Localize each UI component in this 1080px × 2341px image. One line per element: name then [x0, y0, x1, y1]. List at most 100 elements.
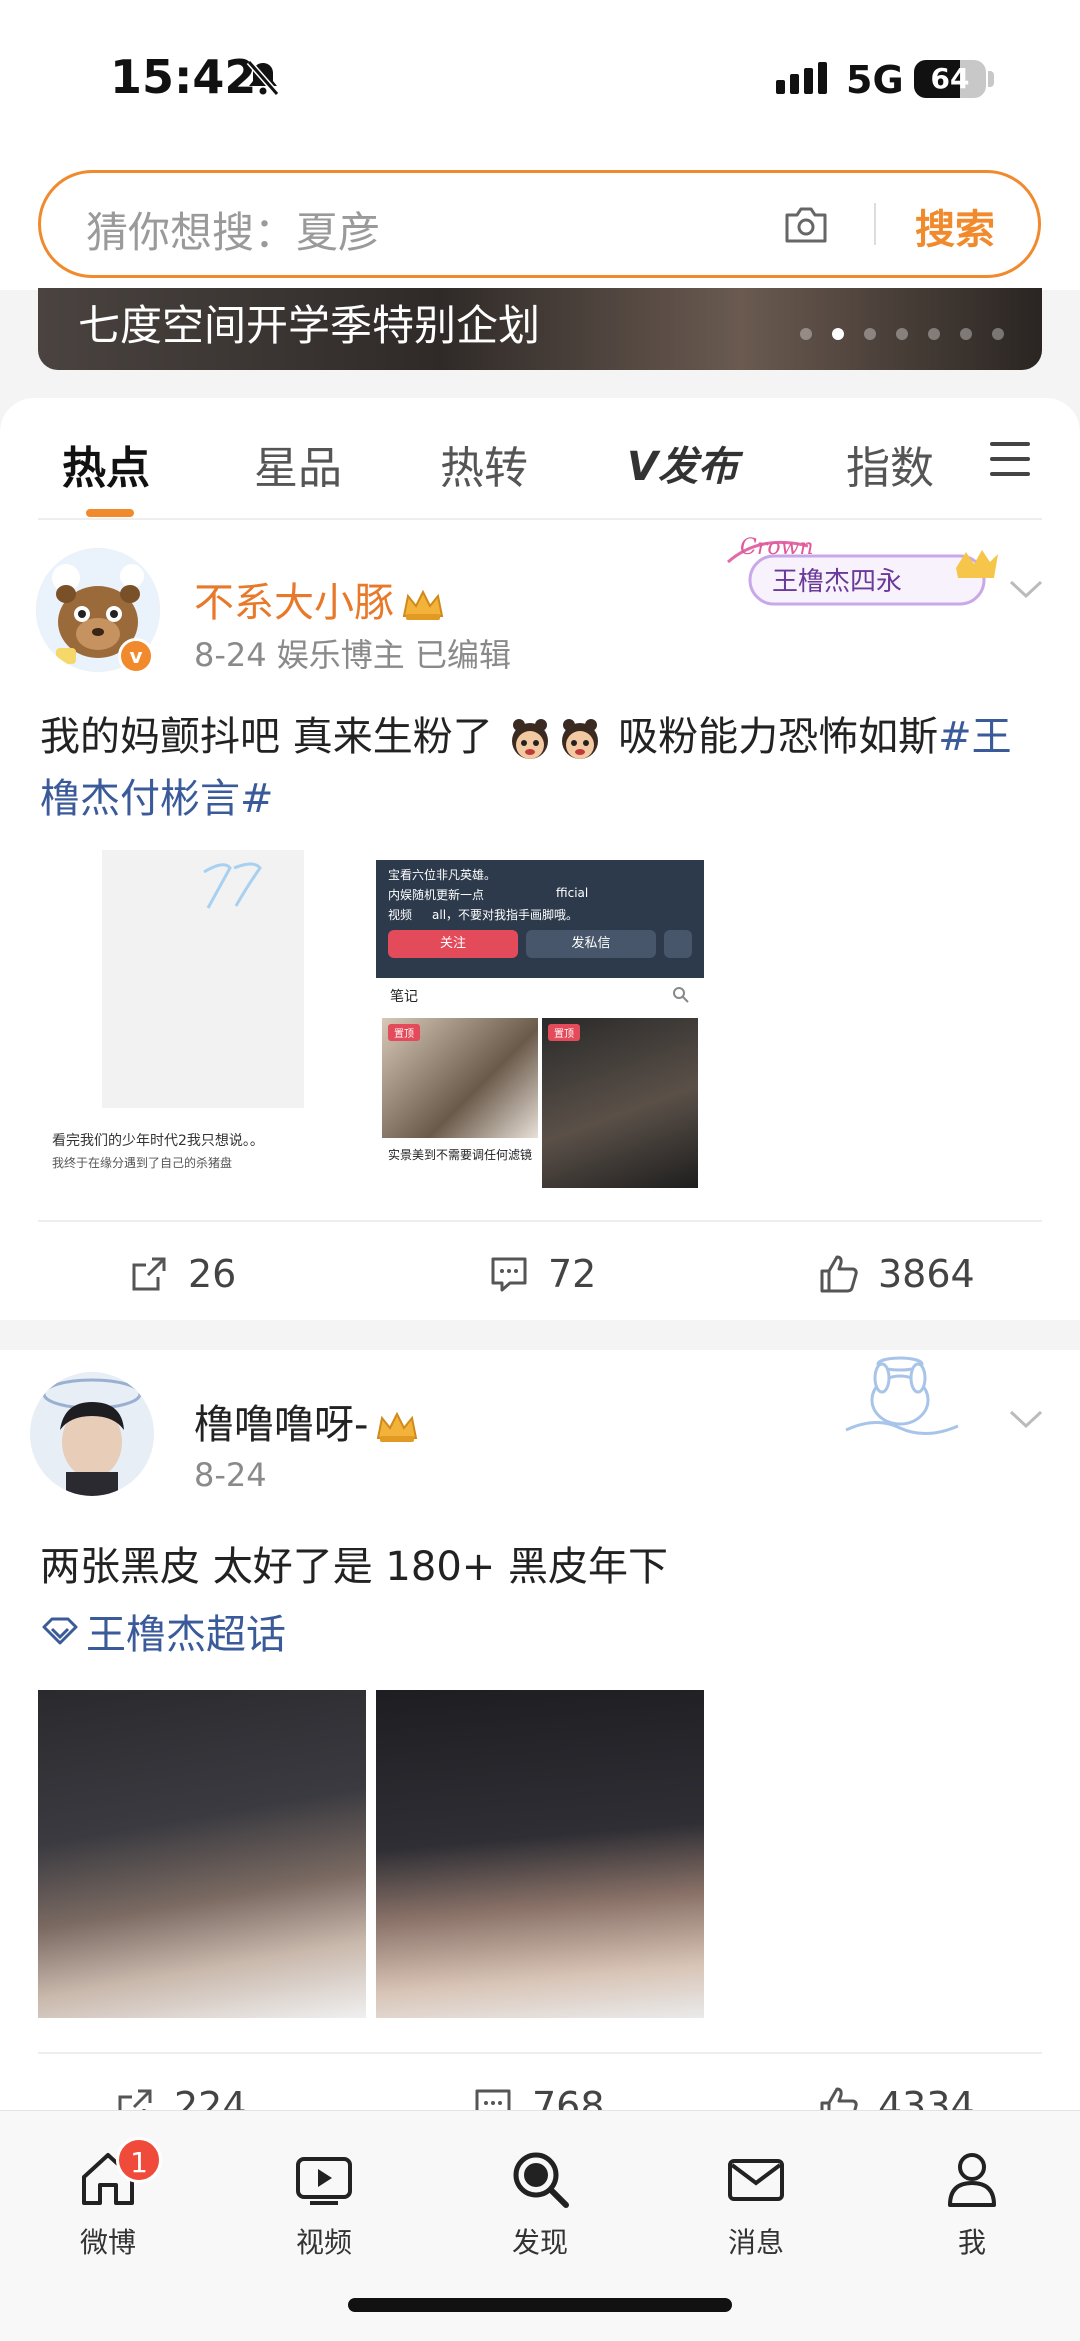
crying-face-emoji-icon: [562, 719, 599, 759]
ornament-text: 王橹杰四永: [772, 567, 902, 597]
nav-weibo[interactable]: 1 微博: [48, 2137, 168, 2261]
pinned-tag: 置顶: [388, 1024, 420, 1041]
search-button[interactable]: 搜索: [915, 197, 995, 255]
network-type: 5G: [846, 58, 904, 102]
screenshot-header: 宝看六位非凡英雄。 内娱随机更新一点 fficial 视频 all，不要对我指手…: [376, 860, 704, 978]
post-card[interactable]: v 不系大小豚 8-24 娱乐博主 已编辑 Crown 王橹杰四永 我的妈颤抖吧…: [0, 520, 1080, 1320]
bell-muted-icon: [246, 60, 280, 96]
status-time: 15:42: [110, 50, 257, 104]
image-text: 实景美到不需要调任何滤镜: [388, 1148, 533, 1162]
add-friend-icon: [664, 930, 692, 958]
post-image[interactable]: [38, 1690, 366, 2018]
post-image[interactable]: 宝看六位非凡英雄。 内娱随机更新一点 fficial 视频 all，不要对我指手…: [376, 860, 704, 1190]
camera-icon[interactable]: [783, 205, 829, 245]
bunny-angel-sticker-icon: [845, 1356, 959, 1435]
image-text: 内娱随机更新一点: [388, 888, 485, 902]
thumbnail-image: [542, 1018, 698, 1188]
banner-dot: [992, 328, 1004, 340]
chevron-down-icon[interactable]: [1008, 578, 1044, 600]
repost-count: 26: [188, 1252, 237, 1296]
image-caption: 我终于在缘分遇到了自己的杀猪盘: [52, 1156, 233, 1170]
battery-level: 64: [930, 62, 970, 95]
comment-button[interactable]: 72: [488, 1252, 596, 1296]
crown-icon: [377, 1411, 418, 1442]
nav-label: 我: [957, 2226, 986, 2259]
like-count: 3864: [878, 1252, 975, 1296]
message-icon: [728, 2159, 784, 2201]
tab-publish-label: 发布: [657, 444, 738, 490]
repost-button[interactable]: 26: [128, 1252, 236, 1296]
post-text-part: 吸粉能力恐怖如斯: [618, 714, 939, 760]
thumbs-up-icon: [820, 1255, 858, 1293]
video-icon: [296, 2157, 352, 2205]
v-logo-icon: V: [627, 444, 658, 490]
username-text: 橹噜噜呀-: [194, 1402, 369, 1448]
nav-discover[interactable]: 发现: [480, 2147, 600, 2261]
battery-tip: [988, 71, 994, 87]
tab-hot[interactable]: 热点: [62, 432, 150, 496]
nav-label: 发现: [511, 2226, 568, 2259]
chevron-down-icon[interactable]: [1008, 1408, 1044, 1430]
scribble-icon: [203, 862, 262, 909]
search-input[interactable]: 猜你想搜：夏彦 搜索: [38, 170, 1041, 278]
pinned-tag: 置顶: [548, 1024, 580, 1041]
home-indicator[interactable]: [348, 2298, 732, 2312]
banner-dot-active: [832, 328, 844, 340]
nav-label: 消息: [727, 2226, 784, 2259]
signal-icon: [776, 62, 827, 94]
crown-ornament-icon: Crown 王橹杰四永: [727, 535, 998, 606]
discover-icon: [513, 2152, 569, 2208]
banner-dot: [896, 328, 908, 340]
post-text: 我的妈颤抖吧 真来生粉了 吸粉能力恐怖如斯#王橹杰付彬言#: [40, 706, 1050, 830]
username-text: 不系大小豚: [194, 580, 394, 626]
post-image[interactable]: 看完我们的少年时代2我只想说。。 我终于在缘分遇到了自己的杀猪盘: [40, 850, 370, 1178]
post-image[interactable]: [376, 1690, 704, 2018]
search-icon: [673, 987, 689, 1003]
comment-icon: [491, 1257, 527, 1292]
post-meta: 8-24 娱乐博主 已编辑: [194, 636, 511, 674]
notification-badge: 1: [116, 2137, 162, 2183]
banner-dot: [928, 328, 940, 340]
verified-badge-icon: v: [118, 638, 154, 674]
post-text-part: 我的妈颤抖吧 真来生粉了: [40, 714, 493, 760]
crying-face-emoji-icon: [512, 719, 549, 759]
tab-hot-reposts[interactable]: 热转: [440, 432, 528, 496]
promo-banner[interactable]: 七度空间开学季特别企划: [38, 288, 1042, 370]
comment-count: 72: [548, 1252, 597, 1296]
super-topic-label: 王橹杰超话: [86, 1612, 286, 1658]
feed-tabs: 热点 星品 热转 V发布 指数: [0, 398, 1080, 520]
post-username[interactable]: 不系大小豚: [194, 570, 446, 628]
nav-profile[interactable]: 我: [912, 2147, 1032, 2261]
like-button[interactable]: 3864: [818, 1252, 975, 1296]
user-photo-avatar-icon: [30, 1372, 154, 1496]
repost-icon: [132, 1257, 166, 1291]
banner-title: 七度空间开学季特别企划: [78, 301, 541, 350]
post-actions: 26 72 3864: [38, 1220, 1042, 1320]
battery-icon: 64: [914, 60, 986, 98]
image-text: 视频: [388, 908, 413, 922]
nav-label: 视频: [295, 2226, 352, 2259]
post-meta: 8-24: [194, 1456, 267, 1494]
search-area: 猜你想搜：夏彦 搜索: [0, 160, 1080, 290]
follow-button: 关注: [388, 930, 518, 958]
nav-video[interactable]: 视频: [264, 2147, 384, 2261]
tab-star-products[interactable]: 星品: [254, 432, 342, 496]
tab-active-indicator: [86, 509, 134, 517]
super-topic-link[interactable]: 王橹杰超话: [40, 1602, 286, 1660]
post-text: 两张黑皮 太好了是 180+ 黑皮年下: [40, 1544, 669, 1590]
banner-dot: [864, 328, 876, 340]
post-username[interactable]: 橹噜噜呀-: [194, 1392, 420, 1450]
crown-icon: [402, 589, 444, 620]
menu-icon[interactable]: [990, 442, 1030, 476]
tab-publish[interactable]: V发布: [627, 434, 738, 492]
nav-messages[interactable]: 消息: [696, 2147, 816, 2261]
nav-label: 微博: [79, 2226, 136, 2259]
image-text: fficial: [556, 886, 589, 900]
image-text: 笔记: [390, 989, 418, 1005]
avatar[interactable]: [30, 1372, 154, 1496]
tab-index[interactable]: 指数: [846, 432, 934, 496]
message-button: 发私信: [526, 930, 656, 958]
image-text: 宝看六位非凡英雄。: [388, 868, 497, 882]
ornament-script: Crown: [740, 535, 814, 560]
profile-icon: [948, 2153, 996, 2207]
